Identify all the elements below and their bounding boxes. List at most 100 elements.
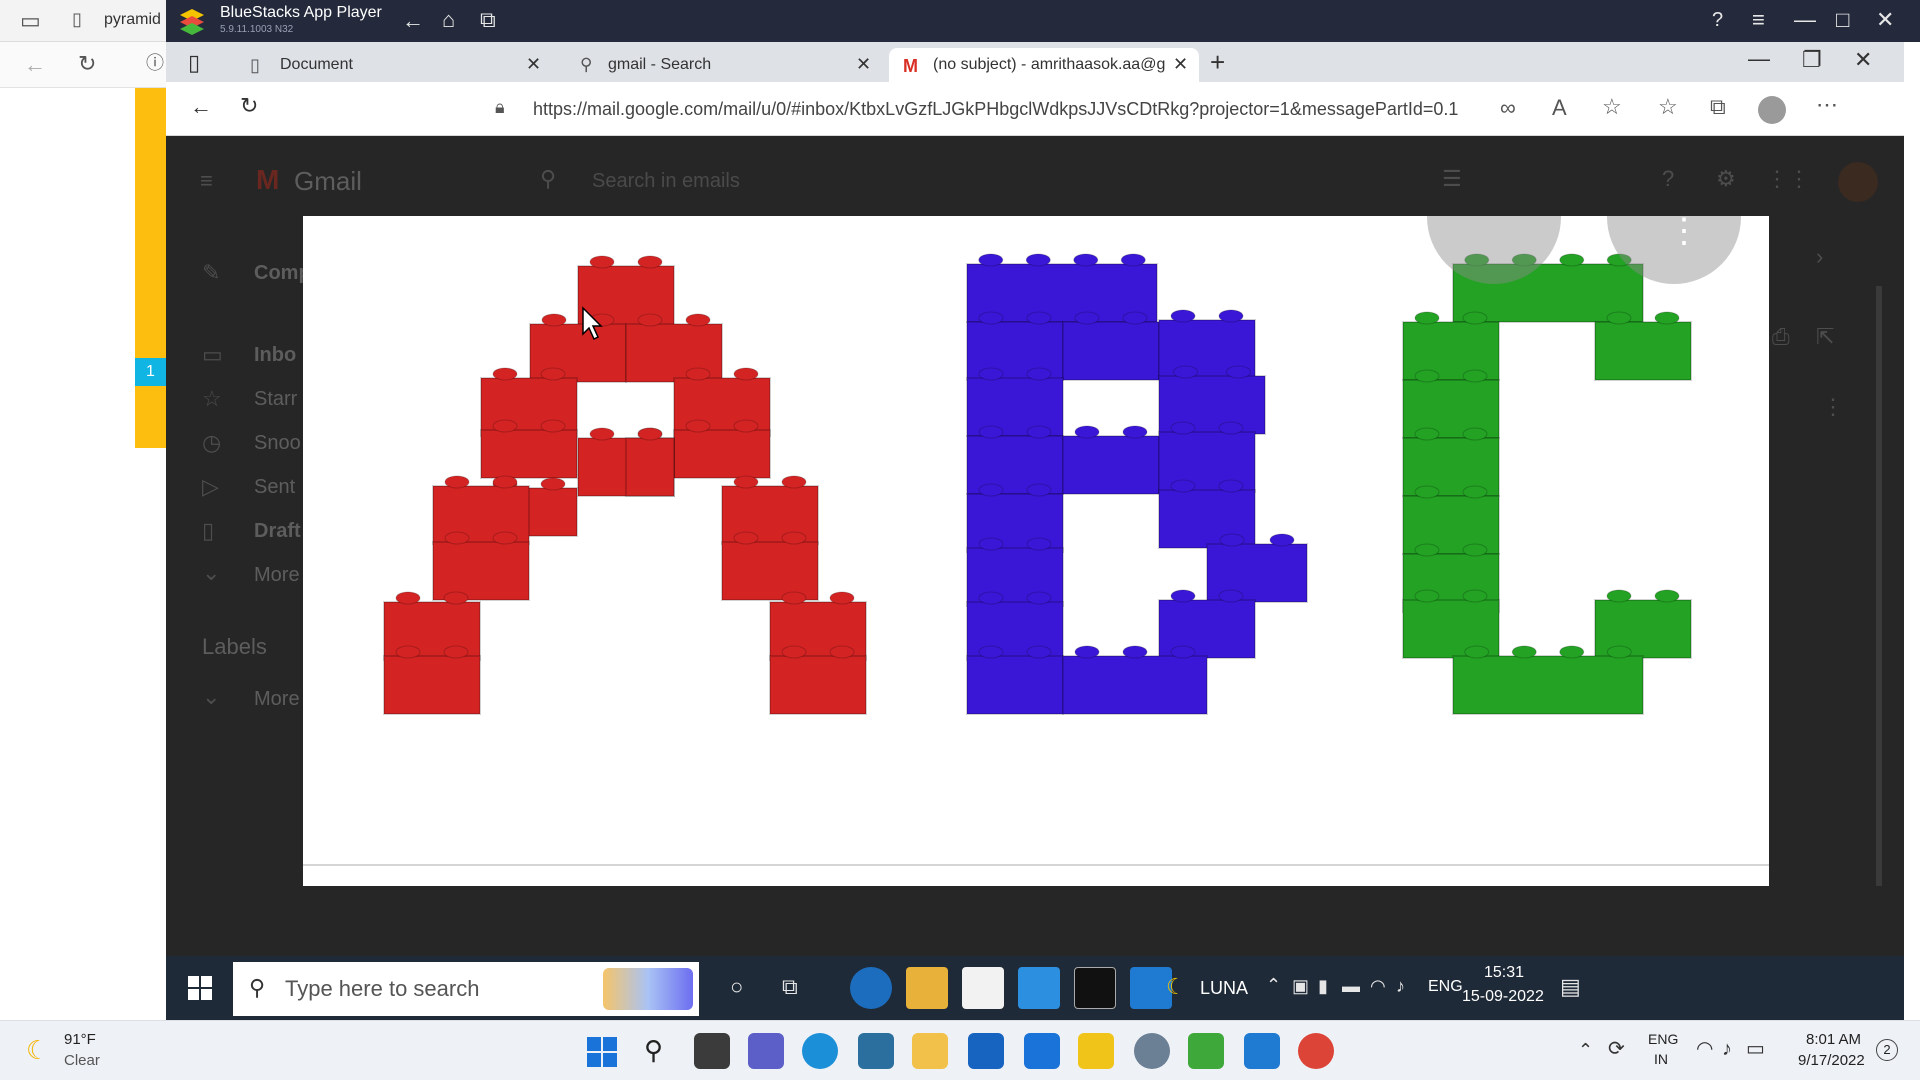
minimize-icon[interactable]: — <box>1794 9 1816 31</box>
inner-date[interactable]: 15-09-2022 <box>1462 988 1544 1006</box>
support-icon[interactable]: ? <box>1662 166 1674 192</box>
lego-stud <box>1122 645 1148 659</box>
sync-icon[interactable]: ⟳ <box>1608 1039 1625 1059</box>
new-tab-icon[interactable]: + <box>1210 49 1225 75</box>
edge-app-icon[interactable] <box>802 1033 838 1069</box>
outer-tab-label[interactable]: pyramid <box>104 11 161 29</box>
search-options-icon[interactable]: ☰ <box>1442 166 1462 192</box>
photos-app-icon[interactable] <box>858 1033 894 1069</box>
open-new-window-icon[interactable]: ⇱ <box>1816 324 1834 350</box>
windows-start-icon[interactable] <box>587 1037 617 1067</box>
volume-icon[interactable]: ♪ <box>1722 1039 1732 1059</box>
search-icon[interactable]: ⚲ <box>644 1037 663 1063</box>
volume-icon[interactable]: ♪ <box>1396 977 1405 995</box>
chevron-up-icon[interactable]: ⌃ <box>1266 976 1281 994</box>
more-icon[interactable]: ⋮ <box>1822 394 1844 420</box>
mail-icon[interactable] <box>1018 967 1060 1009</box>
outer-time[interactable]: 8:01 AM <box>1806 1031 1861 1048</box>
file-explorer-icon[interactable] <box>912 1033 948 1069</box>
outer-lang-line1[interactable]: ENG <box>1648 1031 1678 1047</box>
l-app-icon[interactable] <box>1024 1033 1060 1069</box>
battery-icon[interactable]: ▭ <box>1746 1039 1765 1059</box>
inner-language[interactable]: ENG <box>1428 978 1463 996</box>
refresh-icon[interactable]: ↻ <box>240 95 258 117</box>
nav-sent[interactable]: Sent <box>254 476 295 499</box>
bluestacks-app-icon[interactable] <box>1188 1033 1224 1069</box>
security-shield-icon[interactable] <box>1078 1033 1114 1069</box>
windows-start-icon[interactable] <box>188 976 212 1000</box>
refresh-icon[interactable]: ↻ <box>78 53 96 75</box>
back-icon[interactable]: ← <box>402 10 424 32</box>
notification-count-badge[interactable]: 2 <box>1876 1039 1898 1061</box>
weather-label[interactable]: LUNA <box>1200 978 1248 999</box>
tab-actions-icon[interactable]: ▭ <box>20 10 41 32</box>
main-menu-icon[interactable]: ≡ <box>200 168 213 194</box>
inner-time[interactable]: 15:31 <box>1484 964 1524 982</box>
outer-date[interactable]: 9/17/2022 <box>1798 1052 1865 1069</box>
tab-gmail-search[interactable]: ⚲ gmail - Search ✕ <box>564 48 886 82</box>
close-tab-icon[interactable]: ✕ <box>1173 55 1188 73</box>
close-icon[interactable]: ✕ <box>1854 49 1872 71</box>
edge-app-icon[interactable] <box>850 967 892 1009</box>
vscode-icon[interactable] <box>1244 1033 1280 1069</box>
close-tab-icon[interactable]: ✕ <box>526 55 541 73</box>
restore-icon[interactable]: ❐ <box>1802 49 1822 71</box>
store-icon[interactable] <box>968 1033 1004 1069</box>
terminal-icon[interactable] <box>1074 967 1116 1009</box>
file-explorer-icon[interactable] <box>906 967 948 1009</box>
maximize-icon[interactable]: □ <box>1836 9 1849 31</box>
favorites-icon[interactable]: ☆ <box>1658 96 1678 118</box>
collections-icon[interactable]: ⧉ <box>1710 96 1726 118</box>
cortana-icon[interactable]: ○ <box>730 976 743 998</box>
print-icon[interactable]: ⎙ <box>1772 324 1790 350</box>
lego-stud <box>978 537 1004 551</box>
address-bar[interactable]: 🔒︎ https://mail.google.com/mail/u/0/#inb… <box>481 90 1661 128</box>
nav-inbox[interactable]: Inbo <box>254 344 296 367</box>
outer-temperature[interactable]: 91°F <box>64 1031 96 1048</box>
menu-icon[interactable]: ≡ <box>1752 9 1765 31</box>
nav-starred[interactable]: Starr <box>254 388 297 411</box>
wifi-icon[interactable]: ◠ <box>1370 977 1386 995</box>
profile-avatar[interactable] <box>1758 96 1786 124</box>
outer-lang-line2[interactable]: IN <box>1654 1051 1668 1067</box>
tab-document[interactable]: ▯ Document ✕ <box>236 48 556 82</box>
notification-icon[interactable]: ▤ <box>1560 976 1581 998</box>
apps-grid-icon[interactable]: ⋮⋮ <box>1766 166 1810 192</box>
add-favorite-icon[interactable]: ☆ <box>1602 96 1622 118</box>
chevron-right-icon[interactable]: › <box>1816 244 1823 270</box>
chevron-up-icon[interactable]: ⌃ <box>1578 1041 1593 1059</box>
tab-gmail-message[interactable]: M (no subject) - amrithaasok.aa@g ✕ <box>889 48 1199 82</box>
settings-icon[interactable]: ⚙ <box>1716 166 1736 192</box>
scrollbar[interactable] <box>1876 286 1882 886</box>
info-icon[interactable]: ⓘ <box>146 54 164 72</box>
search-icon[interactable]: ⚲ <box>540 166 556 192</box>
lock-icon[interactable]: 🔒︎ <box>495 98 505 116</box>
more-options-icon[interactable]: ⋯ <box>1816 94 1838 116</box>
home-icon[interactable]: ⌂ <box>442 9 455 31</box>
reader-view-icon[interactable]: ∞ <box>1500 97 1516 119</box>
close-tab-icon[interactable]: ✕ <box>856 55 871 73</box>
nav-snoozed[interactable]: Snoo <box>254 432 301 455</box>
wifi-icon[interactable]: ◠ <box>1696 1039 1713 1059</box>
help-icon[interactable]: ? <box>1712 10 1723 30</box>
back-icon[interactable]: ← <box>190 96 212 118</box>
account-avatar[interactable] <box>1838 162 1878 202</box>
back-icon[interactable]: ← <box>24 54 46 76</box>
read-aloud-icon[interactable]: A <box>1552 97 1567 119</box>
nav-drafts[interactable]: Draft <box>254 520 301 543</box>
settings-icon[interactable] <box>1134 1033 1170 1069</box>
labels-more[interactable]: More <box>254 688 300 711</box>
store-icon[interactable] <box>962 967 1004 1009</box>
nav-more[interactable]: More <box>254 564 300 587</box>
task-view-icon[interactable] <box>694 1033 730 1069</box>
chrome-icon[interactable] <box>1298 1033 1334 1069</box>
close-icon[interactable]: ✕ <box>1876 9 1894 31</box>
recent-apps-icon[interactable]: ⧉ <box>480 9 496 31</box>
outer-condition[interactable]: Clear <box>64 1052 100 1069</box>
inner-search-box[interactable]: ⚲ Type here to search <box>233 962 699 1016</box>
minimize-icon[interactable]: — <box>1748 48 1770 70</box>
teams-chat-icon[interactable] <box>748 1033 784 1069</box>
tab-actions-icon[interactable]: ▯ <box>188 52 200 74</box>
search-input[interactable]: Search in emails <box>592 170 740 193</box>
task-view-icon[interactable]: ⧉ <box>782 976 798 998</box>
